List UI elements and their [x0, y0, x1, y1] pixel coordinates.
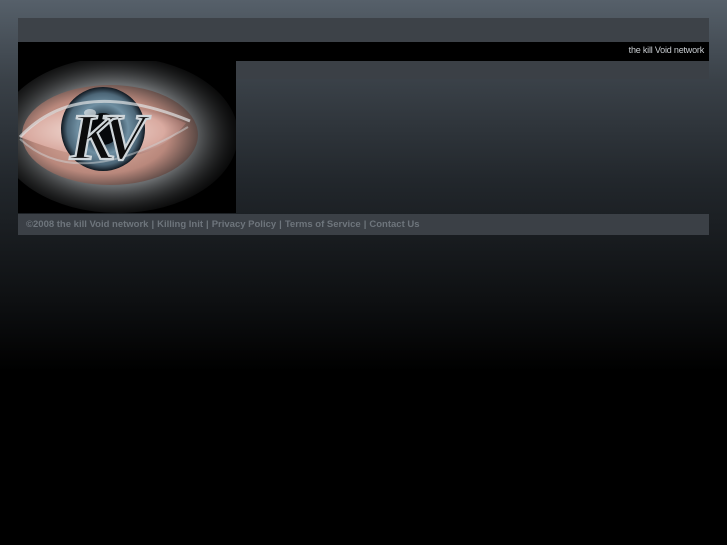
site-strip: the kill Void network — [18, 42, 709, 61]
eye-logo-panel: KV — [18, 61, 236, 213]
footer-separator: | — [279, 219, 282, 230]
footer-link-killing-init[interactable]: Killing Init — [157, 219, 203, 230]
top-bar — [18, 18, 709, 42]
content-header-bar — [236, 61, 709, 79]
copyright-text: ©2008 the kill Void network — [26, 219, 149, 230]
footer-bar: ©2008 the kill Void network | Killing Init… — [18, 214, 709, 235]
footer-link-privacy-policy[interactable]: Privacy Policy — [212, 219, 276, 230]
footer-separator: | — [151, 219, 155, 230]
footer-link-contact-us[interactable]: Contact Us — [369, 219, 419, 230]
site-name: the kill Void network — [628, 45, 705, 55]
footer-separator: | — [206, 219, 209, 230]
footer-text: ©2008 the kill Void network | Killing Init… — [26, 219, 420, 230]
footer-separator: | — [363, 219, 367, 230]
footer-link-terms-of-service[interactable]: Terms of Service — [285, 219, 361, 230]
eye-logo-icon: KV — [18, 61, 236, 213]
